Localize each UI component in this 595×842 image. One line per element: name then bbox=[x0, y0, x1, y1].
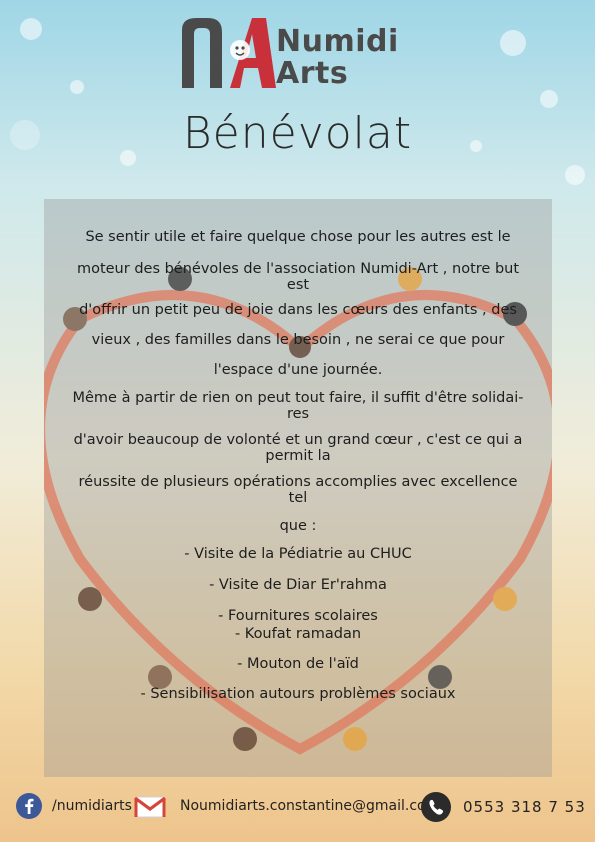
activity-item: - Sensibilisation autours problèmes soci… bbox=[140, 686, 456, 702]
body-line: d'avoir beaucoup de volonté et un grand … bbox=[73, 432, 523, 464]
activity-item: - Koufat ramadan bbox=[234, 626, 362, 642]
body-line: Se sentir utile et faire quelque chose p… bbox=[85, 229, 511, 245]
facebook-handle[interactable]: /numidiarts bbox=[52, 798, 132, 814]
activity-item: - Visite de Diar Er'rahma bbox=[209, 577, 387, 593]
activity-item: - Fournitures scolaires bbox=[218, 608, 378, 624]
logo-text-arts: Arts bbox=[276, 56, 349, 91]
activity-item: - Visite de la Pédiatrie au CHUC bbox=[184, 546, 412, 562]
body-line: que : bbox=[279, 518, 317, 534]
body-text: Se sentir utile et faire quelque chose p… bbox=[44, 229, 552, 702]
body-line: moteur des bénévoles de l'association Nu… bbox=[76, 261, 520, 293]
body-line: d'offrir un petit peu de joie dans les c… bbox=[79, 302, 517, 318]
logo: Numidi Arts bbox=[178, 12, 428, 92]
body-line: vieux , des familles dans le besoin , ne… bbox=[91, 332, 505, 348]
body-line: réussite de plusieurs opérations accompl… bbox=[78, 474, 518, 506]
mail-icon[interactable] bbox=[134, 796, 166, 818]
email-address[interactable]: Noumidiarts.constantine@gmail.com bbox=[180, 798, 439, 814]
phone-number[interactable]: 0553 318 7 53 bbox=[463, 798, 586, 816]
content-panel: Se sentir utile et faire quelque chose p… bbox=[44, 199, 552, 777]
body-line: l'espace d'une journée. bbox=[213, 362, 383, 378]
body-line: Même à partir de rien on peut tout faire… bbox=[72, 390, 524, 422]
numidi-arts-logo-mark bbox=[182, 18, 276, 88]
activity-item: - Mouton de l'aïd bbox=[237, 656, 359, 672]
phone-icon[interactable] bbox=[421, 792, 451, 822]
contact-footer: /numidiarts Noumidiarts.constantine@gmai… bbox=[0, 790, 595, 830]
header: Numidi Arts Bénévolat bbox=[0, 0, 595, 200]
facebook-icon[interactable] bbox=[16, 793, 42, 819]
page-title: Bénévolat bbox=[182, 108, 413, 159]
logo-text-numidi: Numidi bbox=[276, 24, 399, 59]
